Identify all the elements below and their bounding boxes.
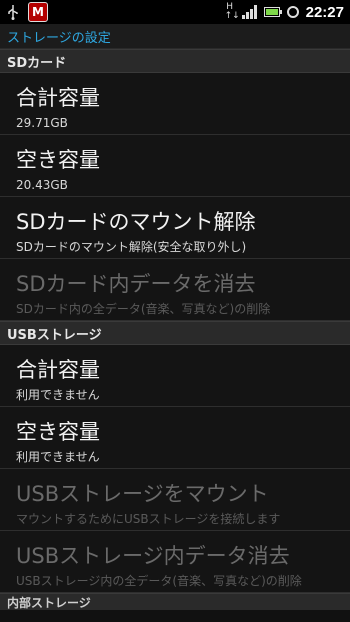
- sd-total-capacity: 合計容量 29.71GB: [0, 73, 350, 135]
- item-title: 合計容量: [16, 358, 100, 382]
- item-summary: マウントするためにUSBストレージを接続します: [16, 512, 281, 526]
- usb-total-capacity: 合計容量 利用できません: [0, 345, 350, 407]
- usb-free-capacity: 空き容量 利用できません: [0, 407, 350, 469]
- item-title: USBストレージをマウント: [16, 482, 269, 506]
- item-summary: SDカードのマウント解除(安全な取り外し): [16, 240, 247, 254]
- network-type: H: [226, 2, 234, 12]
- mcafee-icon: M: [28, 2, 48, 22]
- usb-icon: [6, 4, 20, 20]
- section-header-usb: USBストレージ: [0, 321, 350, 345]
- sd-unmount-button[interactable]: SDカードのマウント解除 SDカードのマウント解除(安全な取り外し): [0, 197, 350, 259]
- item-summary: USBストレージ内の全データ(音楽、写真など)の削除: [16, 574, 302, 588]
- title-bar: ストレージの設定: [0, 24, 350, 49]
- battery-icon: [263, 7, 282, 17]
- item-value: 20.43GB: [16, 178, 68, 192]
- item-title: 空き容量: [16, 420, 100, 444]
- signal-icon: [241, 5, 257, 19]
- item-title: USBストレージ内データ消去: [16, 544, 290, 568]
- status-bar: M H ↑↓ 22:27: [0, 0, 350, 24]
- item-title: SDカードのマウント解除: [16, 210, 256, 234]
- section-header-sd: SDカード: [0, 49, 350, 73]
- usb-erase-button[interactable]: USBストレージ内データ消去 USBストレージ内の全データ(音楽、写真など)の削…: [0, 531, 350, 593]
- item-value: 29.71GB: [16, 116, 68, 130]
- clock: 22:27: [305, 3, 344, 21]
- item-title: 空き容量: [16, 148, 100, 172]
- item-title: SDカード内データを消去: [16, 272, 256, 296]
- item-summary: SDカード内の全データ(音楽、写真など)の削除: [16, 302, 271, 316]
- item-value: 利用できません: [16, 388, 100, 402]
- sd-erase-button[interactable]: SDカード内データを消去 SDカード内の全データ(音楽、写真など)の削除: [0, 259, 350, 321]
- section-header-internal: 内部ストレージ: [0, 593, 350, 610]
- page-title: ストレージの設定: [7, 30, 111, 46]
- alarm-icon: [286, 6, 299, 18]
- usb-mount-button[interactable]: USBストレージをマウント マウントするためにUSBストレージを接続します: [0, 469, 350, 531]
- sd-free-capacity: 空き容量 20.43GB: [0, 135, 350, 197]
- item-title: 合計容量: [16, 86, 100, 110]
- hsdpa-icon: H ↑↓: [224, 2, 240, 21]
- item-value: 利用できません: [16, 450, 100, 464]
